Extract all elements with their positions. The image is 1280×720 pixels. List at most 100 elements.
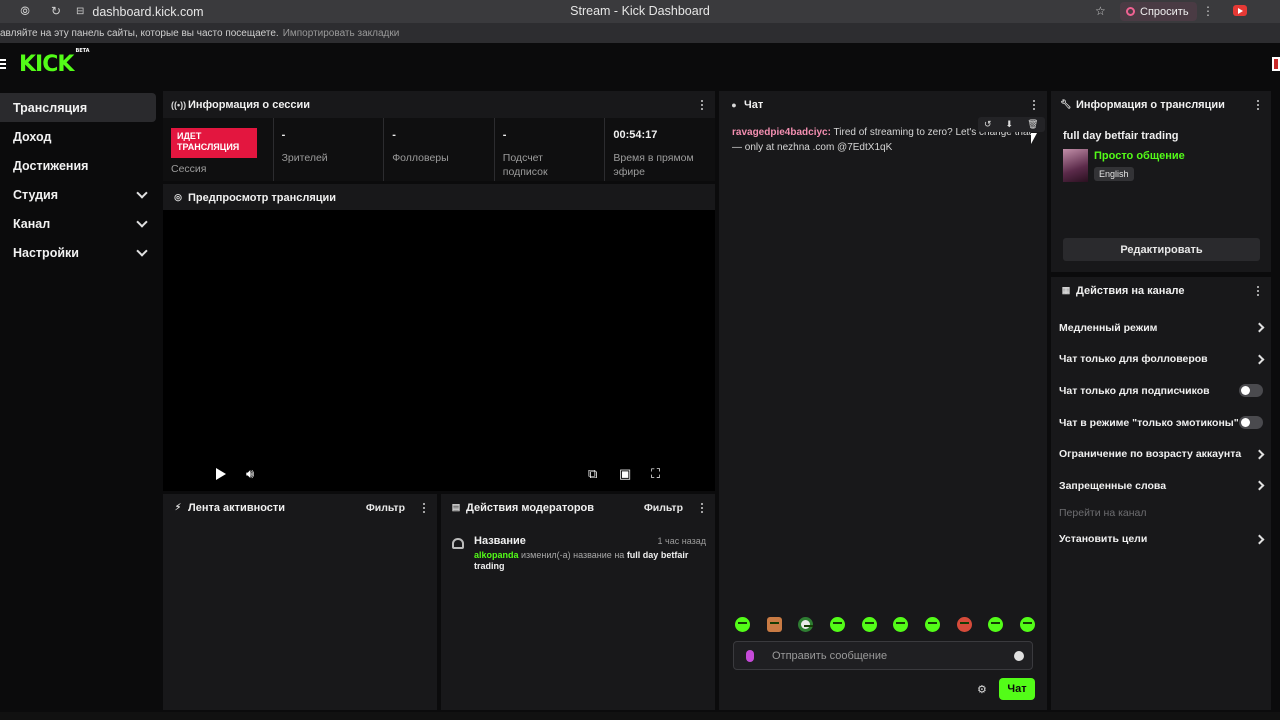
channel-actions-menu-icon[interactable] [1253, 285, 1263, 296]
emote-icon[interactable] [924, 617, 940, 632]
emote-icon[interactable] [766, 617, 782, 632]
chevron-down-icon [136, 244, 148, 257]
emote-icon[interactable] [829, 617, 845, 632]
delete-icon[interactable]: 🗑︎ [1027, 119, 1038, 130]
emote-icon[interactable] [956, 617, 972, 632]
chat-settings-gear-icon[interactable]: ⚙ [977, 683, 987, 696]
beta-badge: BETA [75, 47, 90, 54]
chevron-right-icon [1254, 449, 1265, 460]
sidebar-item-stream[interactable]: Трансляция [0, 93, 156, 122]
sidebar-item-channel[interactable]: Канал [0, 209, 156, 238]
mod-menu-icon[interactable] [697, 502, 707, 513]
subscribers-only-item: Чат только для подписчиков [1051, 375, 1271, 407]
chat-username[interactable]: ravagedpie4badciyc: [732, 127, 831, 138]
uptime-label: Время в прямом эфире [613, 152, 694, 178]
uptime-stat: 00:54:17 Время в прямом эфире [605, 118, 715, 181]
emote-icon[interactable] [1019, 617, 1035, 632]
session-label: Сессия [171, 163, 207, 175]
chat-input[interactable]: Отправить сообщение [733, 641, 1033, 670]
emotes-only-toggle[interactable] [1239, 416, 1263, 430]
fullscreen-icon[interactable]: ⛶ [651, 466, 660, 482]
bookmarks-bar: авляйте на эту панель сайты, которые вы … [0, 23, 1280, 43]
slow-mode-item[interactable]: Медленный режим [1051, 312, 1271, 344]
taskbar [0, 712, 1280, 720]
set-goals-item[interactable]: Установить цели [1051, 524, 1271, 556]
pin-icon[interactable]: ⬇ [1006, 119, 1014, 130]
browser-menu-icon[interactable]: ⋮ [1202, 4, 1214, 18]
banned-words-item[interactable]: Запрещенные слова [1051, 470, 1271, 502]
preview-icon: ◎ [174, 192, 182, 202]
broadcast-icon: ((•)) [171, 99, 187, 110]
subscribers-only-toggle[interactable] [1239, 384, 1263, 398]
edit-stream-button[interactable]: Редактировать [1063, 238, 1260, 261]
category-link[interactable]: Просто общение [1094, 150, 1185, 162]
chat-input-placeholder: Отправить сообщение [772, 649, 888, 662]
followers-value: - [392, 129, 396, 141]
uptime-value: 00:54:17 [613, 129, 658, 141]
play-icon[interactable] [216, 468, 226, 480]
activity-filter-button[interactable]: Фильтр [366, 502, 405, 514]
session-stats: ИДЕТ ТРАНСЛЯЦИЯ Сессия - Зрителей - Фолл… [163, 118, 715, 181]
go-to-channel-link[interactable]: Перейти на канал [1051, 502, 1271, 524]
followers-label: Фолловеры [392, 152, 449, 164]
microphone-icon[interactable] [746, 649, 754, 662]
mod-entry-action: изменил(-а) название на [521, 550, 625, 560]
log-icon: ▤ [451, 502, 461, 512]
miniplayer-icon[interactable]: ⧉ [588, 466, 597, 482]
sidebar-item-income[interactable]: Доход [0, 122, 156, 151]
emote-icon[interactable] [893, 617, 909, 632]
mod-entry-time: 1 час назад [657, 536, 706, 546]
app-header [0, 43, 1280, 88]
bookmark-star-icon[interactable]: ☆ [1095, 4, 1106, 18]
user-avatar-icon[interactable] [1272, 57, 1280, 71]
assistant-icon [1126, 7, 1135, 16]
activity-menu-icon[interactable] [419, 502, 429, 513]
chat-menu-icon[interactable] [1029, 99, 1039, 110]
sidebar-item-achievements[interactable]: Достижения [0, 151, 156, 180]
subs-label: Подсчет подписок [502, 152, 548, 178]
lock-icon: ⊟ [76, 6, 85, 17]
session-info-title: Информация о сессии [188, 98, 311, 111]
mod-entry-description: alkopanda изменил(-а) название на full d… [474, 550, 700, 572]
emoji-icon[interactable] [1014, 651, 1024, 661]
mod-filter-button[interactable]: Фильтр [644, 502, 683, 514]
account-age-item[interactable]: Ограничение по возрасту аккаунта [1051, 438, 1271, 470]
emote-icon[interactable] [735, 617, 750, 632]
reply-icon[interactable]: ↺ [984, 119, 992, 130]
volume-icon[interactable]: 🔊︎ [246, 466, 254, 482]
category-thumbnail [1063, 149, 1088, 182]
emote-bar [735, 617, 1035, 632]
channel-actions-title: Действия на канале [1076, 284, 1185, 297]
emote-icon[interactable] [861, 617, 877, 632]
video-player[interactable]: 🔊︎ ⧉ ▣ ⛶ [163, 210, 715, 491]
address-bar[interactable]: ⊟ dashboard.kick.com [76, 0, 204, 23]
activity-feed-panel: ⚡︎ Лента активности Фильтр [163, 494, 437, 710]
ask-button[interactable]: Спросить [1120, 2, 1197, 21]
followers-only-item[interactable]: Чат только для фолловеров [1051, 344, 1271, 376]
emote-icon[interactable] [798, 617, 814, 632]
reload-icon[interactable]: ↻ [48, 3, 64, 19]
hamburger-menu-icon[interactable] [0, 59, 6, 69]
sidebar-item-studio[interactable]: Студия [0, 180, 156, 209]
sidebar: Трансляция Доход Достижения Студия Канал… [0, 93, 156, 267]
stream-info-menu-icon[interactable] [1253, 99, 1263, 110]
sidebar-item-settings[interactable]: Настройки [0, 238, 156, 267]
mod-entry-user[interactable]: alkopanda [474, 550, 519, 560]
lightning-icon: ⚡︎ [174, 502, 182, 512]
session-stat: ИДЕТ ТРАНСЛЯЦИЯ Сессия [163, 118, 274, 181]
theater-mode-icon[interactable]: ▣ [619, 466, 631, 482]
kick-logo[interactable]: KICKBETA [19, 48, 90, 77]
emote-icon[interactable] [988, 617, 1004, 632]
activity-title: Лента активности [188, 501, 286, 514]
viewers-label: Зрителей [281, 152, 328, 164]
message-tools: ↺ ⬇ 🗑︎ [978, 117, 1045, 132]
browser-extension-icon[interactable]: ⦾ [17, 3, 33, 19]
chat-send-button[interactable]: Чат [999, 678, 1035, 700]
channel-icon: ▦ [1061, 285, 1071, 295]
stream-info-title: Информация о трансляции [1076, 98, 1225, 111]
session-menu-icon[interactable] [697, 99, 707, 110]
import-bookmarks-link[interactable]: Импортировать закладки [283, 28, 400, 39]
mouse-cursor-icon [1031, 133, 1037, 144]
chevron-right-icon [1254, 534, 1265, 545]
youtube-icon[interactable] [1233, 5, 1247, 16]
